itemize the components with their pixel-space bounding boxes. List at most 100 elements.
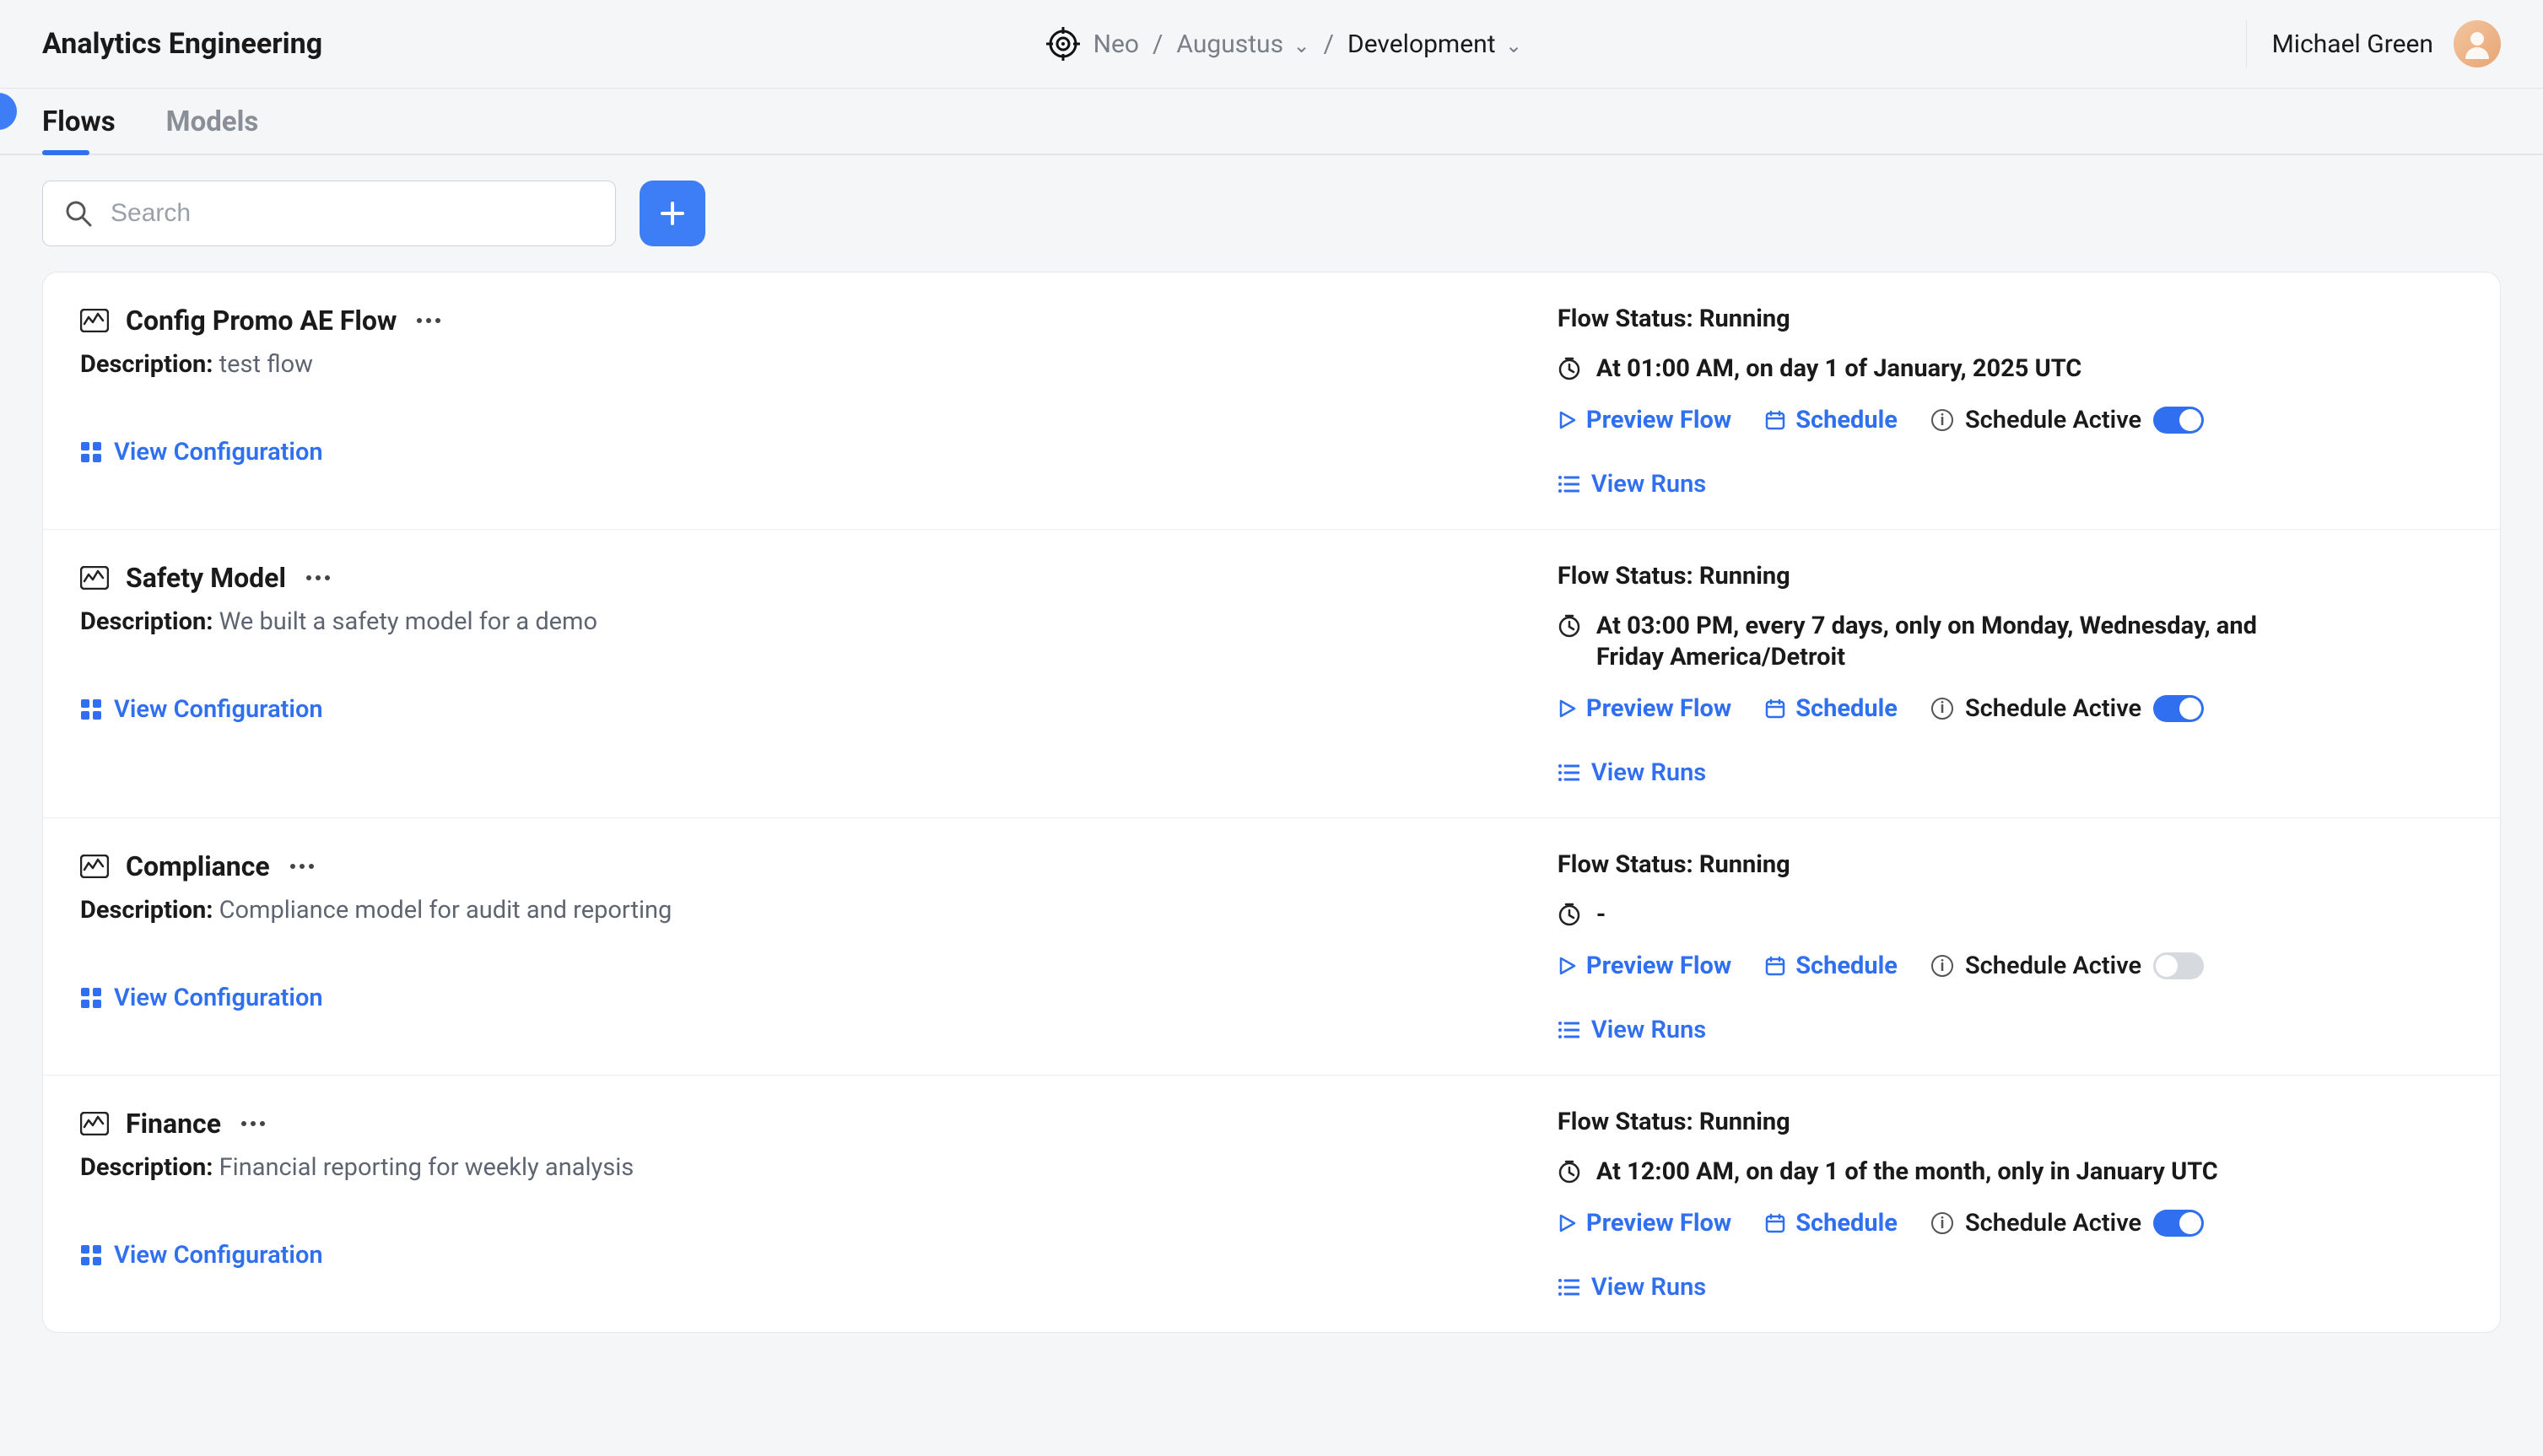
toolbar <box>0 155 2543 272</box>
view-configuration-link[interactable]: View Configuration <box>80 438 1558 466</box>
flow-status: Flow Status: Running <box>1558 1108 2463 1136</box>
flow-icon <box>80 309 109 332</box>
plus-icon <box>657 198 688 229</box>
preview-flow-link[interactable]: Preview Flow <box>1558 694 1731 723</box>
flow-actions: Preview Flow Schedule i Schedule Active <box>1558 1209 2463 1238</box>
schedule-link[interactable]: Schedule <box>1765 952 1898 980</box>
flow-card-left: Finance Description: Financial reporting… <box>80 1108 1558 1302</box>
info-icon[interactable]: i <box>1931 698 1953 720</box>
app-title: Analytics Engineering <box>42 27 322 61</box>
flow-card-right: Flow Status: Running - Preview Flow Sche… <box>1558 850 2463 1044</box>
flow-actions: Preview Flow Schedule i Schedule Active <box>1558 694 2463 723</box>
list-icon <box>1558 763 1579 782</box>
schedule-active-group: i Schedule Active <box>1931 952 2204 980</box>
schedule-row: - <box>1558 899 2463 930</box>
breadcrumb-env[interactable]: Development ⌄ <box>1347 30 1522 59</box>
view-runs-link[interactable]: View Runs <box>1558 758 2463 787</box>
header: Analytics Engineering Neo / Augustus ⌄ /… <box>0 0 2543 89</box>
clock-icon <box>1558 614 1581 638</box>
view-configuration-link[interactable]: View Configuration <box>80 984 1558 1012</box>
list-icon <box>1558 1021 1579 1039</box>
flow-card: Compliance Description: Compliance model… <box>43 818 2500 1076</box>
flow-menu-button[interactable] <box>287 859 317 874</box>
clock-icon <box>1558 1160 1581 1184</box>
schedule-row: At 03:00 PM, every 7 days, only on Monda… <box>1558 611 2463 672</box>
grid-icon <box>80 1244 102 1266</box>
flow-title: Config Promo AE Flow <box>126 305 397 337</box>
schedule-active-toggle[interactable] <box>2153 695 2204 722</box>
preview-flow-link[interactable]: Preview Flow <box>1558 1209 1731 1238</box>
schedule-active-toggle[interactable] <box>2153 1210 2204 1237</box>
flow-menu-button[interactable] <box>303 570 333 585</box>
flow-description: Description: We built a safety model for… <box>80 607 1558 636</box>
play-icon <box>1558 699 1576 718</box>
schedule-active-toggle[interactable] <box>2153 407 2204 434</box>
breadcrumb-project[interactable]: Augustus ⌄ <box>1176 30 1309 59</box>
avatar <box>2454 20 2501 67</box>
tabs: Flows Models <box>0 89 2543 155</box>
schedule-link[interactable]: Schedule <box>1765 406 1898 434</box>
schedule-text: At 01:00 AM, on day 1 of January, 2025 U… <box>1596 353 2081 384</box>
breadcrumb-org[interactable]: Neo <box>1093 30 1139 59</box>
flow-menu-button[interactable] <box>413 313 444 328</box>
tab-models[interactable]: Models <box>166 105 259 154</box>
chevron-down-icon: ⌄ <box>1293 34 1310 57</box>
view-configuration-link[interactable]: View Configuration <box>80 695 1558 724</box>
calendar-icon <box>1765 1213 1785 1233</box>
flow-title-row: Finance <box>80 1108 1558 1140</box>
tab-flows[interactable]: Flows <box>42 105 116 154</box>
flow-description: Description: Compliance model for audit … <box>80 896 1558 925</box>
calendar-icon <box>1765 956 1785 976</box>
flow-status: Flow Status: Running <box>1558 305 2463 333</box>
user-menu[interactable]: Michael Green <box>2246 20 2501 67</box>
search-input[interactable] <box>42 181 616 246</box>
flow-title-row: Compliance <box>80 850 1558 882</box>
flow-description: Description: Financial reporting for wee… <box>80 1153 1558 1182</box>
list-icon <box>1558 1278 1579 1297</box>
clock-icon <box>1558 903 1581 926</box>
flow-icon <box>80 1112 109 1135</box>
search-wrapper <box>42 181 616 246</box>
preview-flow-link[interactable]: Preview Flow <box>1558 406 1731 434</box>
schedule-link[interactable]: Schedule <box>1765 694 1898 723</box>
flow-card-left: Safety Model Description: We built a saf… <box>80 562 1558 787</box>
schedule-active-group: i Schedule Active <box>1931 406 2204 434</box>
info-icon[interactable]: i <box>1931 1212 1953 1234</box>
schedule-link[interactable]: Schedule <box>1765 1209 1898 1238</box>
flow-card-right: Flow Status: Running At 03:00 PM, every … <box>1558 562 2463 787</box>
flow-title: Finance <box>126 1108 221 1140</box>
grid-icon <box>80 698 102 720</box>
flow-card: Safety Model Description: We built a saf… <box>43 530 2500 818</box>
view-runs-link[interactable]: View Runs <box>1558 1016 2463 1044</box>
flow-card-left: Config Promo AE Flow Description: test f… <box>80 305 1558 499</box>
chevron-down-icon: ⌄ <box>1505 34 1522 57</box>
flow-actions: Preview Flow Schedule i Schedule Active <box>1558 406 2463 434</box>
flow-card-right: Flow Status: Running At 01:00 AM, on day… <box>1558 305 2463 499</box>
flow-menu-button[interactable] <box>238 1116 268 1131</box>
flow-title-row: Config Promo AE Flow <box>80 305 1558 337</box>
flow-title: Safety Model <box>126 562 286 594</box>
flow-card-left: Compliance Description: Compliance model… <box>80 850 1558 1044</box>
schedule-row: At 12:00 AM, on day 1 of the month, only… <box>1558 1157 2463 1187</box>
schedule-active-toggle[interactable] <box>2153 952 2204 979</box>
flow-list: Config Promo AE Flow Description: test f… <box>42 272 2501 1333</box>
view-configuration-link[interactable]: View Configuration <box>80 1241 1558 1270</box>
play-icon <box>1558 411 1576 429</box>
flow-icon <box>80 566 109 590</box>
list-icon <box>1558 475 1579 493</box>
flow-card: Finance Description: Financial reporting… <box>43 1076 2500 1332</box>
info-icon[interactable]: i <box>1931 409 1953 431</box>
target-icon <box>1046 27 1080 61</box>
user-name: Michael Green <box>2272 30 2433 59</box>
schedule-row: At 01:00 AM, on day 1 of January, 2025 U… <box>1558 353 2463 384</box>
preview-flow-link[interactable]: Preview Flow <box>1558 952 1731 980</box>
view-runs-link[interactable]: View Runs <box>1558 1273 2463 1302</box>
schedule-active-group: i Schedule Active <box>1931 694 2204 723</box>
flow-card-right: Flow Status: Running At 12:00 AM, on day… <box>1558 1108 2463 1302</box>
schedule-text: - <box>1596 899 1606 930</box>
view-runs-link[interactable]: View Runs <box>1558 470 2463 499</box>
add-flow-button[interactable] <box>640 181 705 246</box>
info-icon[interactable]: i <box>1931 955 1953 977</box>
search-icon <box>64 199 93 228</box>
flow-status: Flow Status: Running <box>1558 562 2463 590</box>
